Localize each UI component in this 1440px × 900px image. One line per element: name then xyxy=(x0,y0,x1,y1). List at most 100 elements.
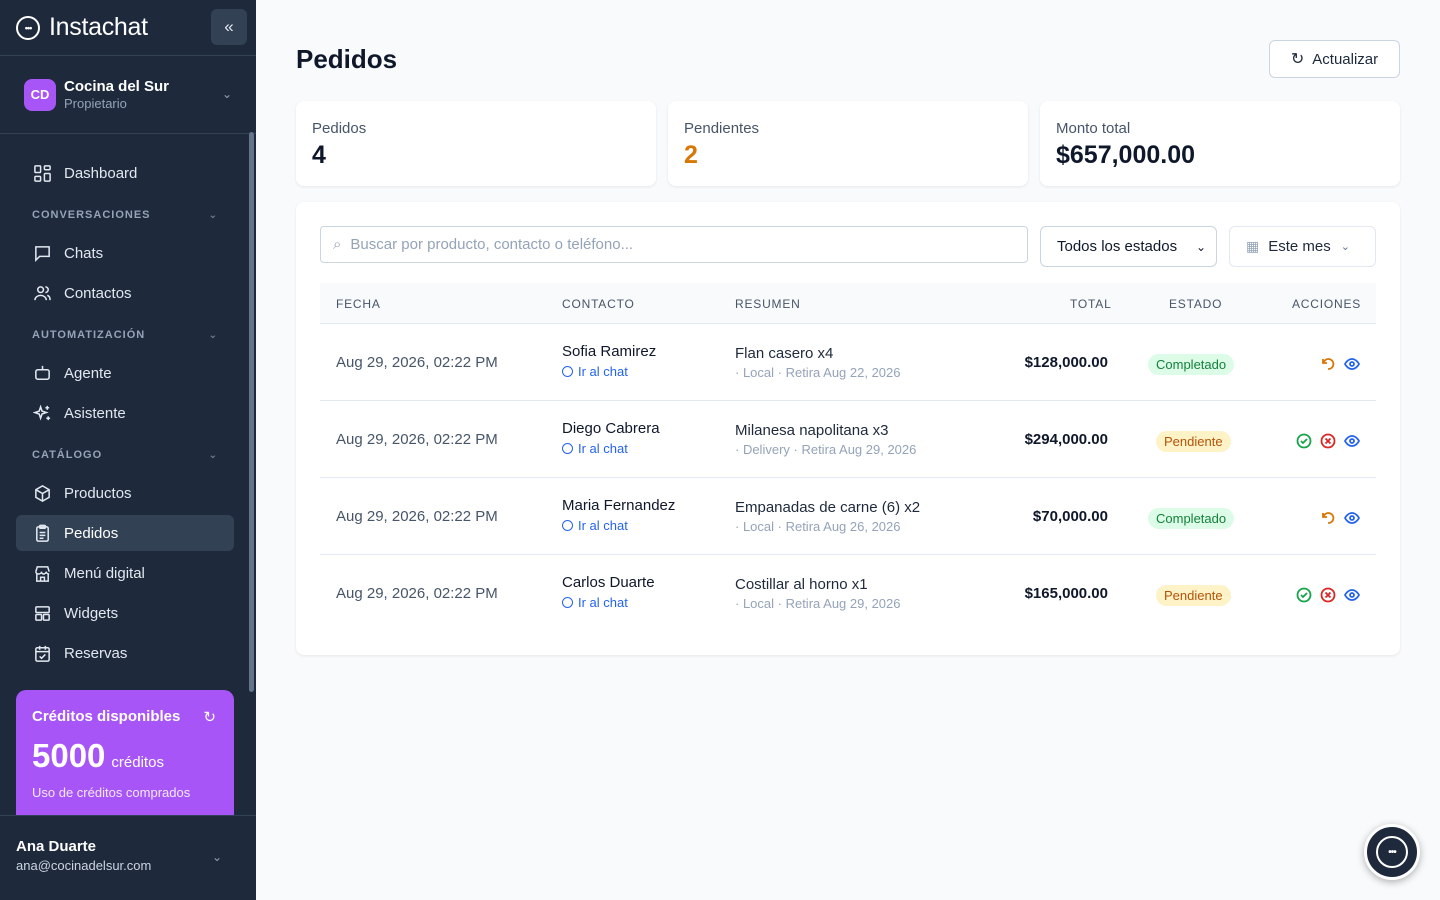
chat-bubble-icon: ••• xyxy=(1376,836,1408,868)
refresh-button[interactable]: ↻ Actualizar xyxy=(1269,40,1400,78)
credits-amount: 5000 xyxy=(32,737,106,774)
credits-subtitle: Uso de créditos comprados xyxy=(32,785,191,800)
status-filter-select[interactable]: Todos los estados ⌄ xyxy=(1040,226,1217,267)
contact-name: Maria Fernandez xyxy=(562,497,676,514)
section-automatizacion[interactable]: AUTOMATIZACIÓN ⌄ xyxy=(16,315,234,355)
sidebar-item-agente[interactable]: Agente xyxy=(16,355,234,391)
sidebar-item-menu-digital[interactable]: Menú digital xyxy=(16,555,234,591)
chat-widget-button[interactable]: ••• xyxy=(1364,824,1420,880)
credits-unit: créditos xyxy=(111,754,164,771)
eye-icon[interactable] xyxy=(1344,510,1360,526)
sidebar-item-contactos[interactable]: Contactos xyxy=(16,275,234,311)
eye-icon[interactable] xyxy=(1344,433,1360,449)
period-filter-button[interactable]: ▦ Este mes ⌄ xyxy=(1229,226,1376,267)
eye-icon[interactable] xyxy=(1344,587,1360,603)
sidebar-item-dashboard[interactable]: Dashboard xyxy=(16,155,234,191)
app-name: Instachat xyxy=(49,13,148,41)
collapse-sidebar-button[interactable]: « xyxy=(211,9,247,45)
store-icon xyxy=(32,563,52,583)
stat-card-monto-total: Monto total $657,000.00 xyxy=(1040,101,1400,186)
sparkles-icon xyxy=(32,403,52,423)
column-header-contacto: CONTACTO xyxy=(562,297,635,311)
search-input[interactable] xyxy=(350,236,991,253)
chevron-down-icon: ⌄ xyxy=(208,449,218,461)
undo-icon[interactable] xyxy=(1320,510,1336,526)
main-content: Pedidos ↻ Actualizar Pedidos 4 Pendiente… xyxy=(256,0,1440,900)
bot-icon xyxy=(32,363,52,383)
refresh-icon[interactable]: ↻ xyxy=(203,708,216,726)
dashboard-icon xyxy=(32,163,52,183)
users-icon xyxy=(32,283,52,303)
sidebar-scrollbar[interactable] xyxy=(249,132,254,692)
layout-icon xyxy=(32,603,52,623)
section-conversaciones[interactable]: CONVERSACIONES ⌄ xyxy=(16,195,234,235)
sidebar-item-reservas[interactable]: Reservas xyxy=(16,635,234,671)
order-date: Aug 29, 2026, 02:22 PM xyxy=(336,431,498,448)
calendar-check-icon xyxy=(32,643,52,663)
chat-link-label: Ir al chat xyxy=(578,518,628,533)
go-to-chat-link[interactable]: Ir al chat xyxy=(562,595,655,610)
eye-icon[interactable] xyxy=(1344,356,1360,372)
sidebar-item-productos[interactable]: Productos xyxy=(16,475,234,511)
sidebar-item-label: Pedidos xyxy=(64,524,119,542)
order-meta: · Local · Retira Aug 22, 2026 xyxy=(735,365,901,380)
org-switcher[interactable]: CD Cocina del Sur Propietario ⌄ xyxy=(0,56,256,134)
chevron-down-icon: ⌄ xyxy=(208,209,218,221)
user-menu[interactable]: Ana Duarte ana@cocinadelsur.com ⌄ xyxy=(0,815,256,900)
search-icon: ⌕ xyxy=(333,236,342,253)
user-name: Ana Duarte xyxy=(16,838,97,855)
sidebar-item-chats[interactable]: Chats xyxy=(16,235,234,271)
order-total: $70,000.00 xyxy=(1032,508,1108,525)
sidebar-item-label: Agente xyxy=(64,364,112,382)
undo-icon[interactable] xyxy=(1320,356,1336,372)
orders-panel: ⌕ Todos los estados ⌄ ▦ Este mes ⌄ FECHA… xyxy=(296,202,1400,655)
stat-value: $657,000.00 xyxy=(1056,141,1196,169)
order-date: Aug 29, 2026, 02:22 PM xyxy=(336,508,498,525)
status-badge: Pendiente xyxy=(1156,431,1231,452)
order-total: $165,000.00 xyxy=(1024,585,1108,602)
status-filter-value: Todos los estados xyxy=(1057,238,1178,255)
sidebar-item-pedidos[interactable]: Pedidos xyxy=(16,515,234,551)
package-icon xyxy=(32,483,52,503)
x-circle-icon[interactable] xyxy=(1320,433,1336,449)
order-meta: · Delivery · Retira Aug 29, 2026 xyxy=(735,442,917,457)
org-name: Cocina del Sur xyxy=(64,78,170,95)
order-summary: Flan casero x4 xyxy=(735,345,834,362)
section-catalogo[interactable]: CATÁLOGO ⌄ xyxy=(16,435,234,475)
go-to-chat-link[interactable]: Ir al chat xyxy=(562,518,675,533)
order-date: Aug 29, 2026, 02:22 PM xyxy=(336,354,498,371)
go-to-chat-link[interactable]: Ir al chat xyxy=(562,441,660,456)
go-to-chat-link[interactable]: Ir al chat xyxy=(562,364,656,379)
check-circle-icon[interactable] xyxy=(1296,587,1312,603)
column-header-resumen: RESUMEN xyxy=(735,297,801,311)
sidebar-item-label: Dashboard xyxy=(64,164,138,182)
order-summary: Costillar al horno x1 xyxy=(735,576,868,593)
contact-name: Diego Cabrera xyxy=(562,420,660,437)
stat-card-pedidos: Pedidos 4 xyxy=(296,101,656,186)
stat-value: 4 xyxy=(312,141,326,169)
chat-link-label: Ir al chat xyxy=(578,441,628,456)
search-box[interactable]: ⌕ xyxy=(320,226,1028,263)
check-circle-icon[interactable] xyxy=(1296,433,1312,449)
order-date: Aug 29, 2026, 02:22 PM xyxy=(336,585,498,602)
sidebar-item-widgets[interactable]: Widgets xyxy=(16,595,234,631)
sidebar-item-asistente[interactable]: Asistente xyxy=(16,395,234,431)
sidebar-nav: Dashboard CONVERSACIONES ⌄ Chats Contact… xyxy=(16,155,234,675)
user-email: ana@cocinadelsur.com xyxy=(16,858,152,873)
credits-title: Créditos disponibles xyxy=(32,708,181,725)
stat-card-pendientes: Pendientes 2 xyxy=(668,101,1028,186)
refresh-icon: ↻ xyxy=(1290,51,1305,68)
sidebar-item-label: Asistente xyxy=(64,404,126,422)
refresh-label: Actualizar xyxy=(1312,50,1379,68)
status-badge: Pendiente xyxy=(1156,585,1231,606)
chat-bubble-icon xyxy=(562,443,573,454)
x-circle-icon[interactable] xyxy=(1320,587,1336,603)
clipboard-list-icon xyxy=(32,523,52,543)
chat-bubble-icon xyxy=(562,366,573,377)
credits-card: Créditos disponibles ↻ 5000 créditos Uso… xyxy=(16,690,234,815)
column-header-fecha: FECHA xyxy=(336,297,381,311)
chevron-down-icon: ⌄ xyxy=(208,329,218,341)
sidebar-item-label: Widgets xyxy=(64,604,119,622)
status-badge: Completado xyxy=(1148,508,1235,529)
instachat-logo-icon: ••• xyxy=(16,15,40,40)
